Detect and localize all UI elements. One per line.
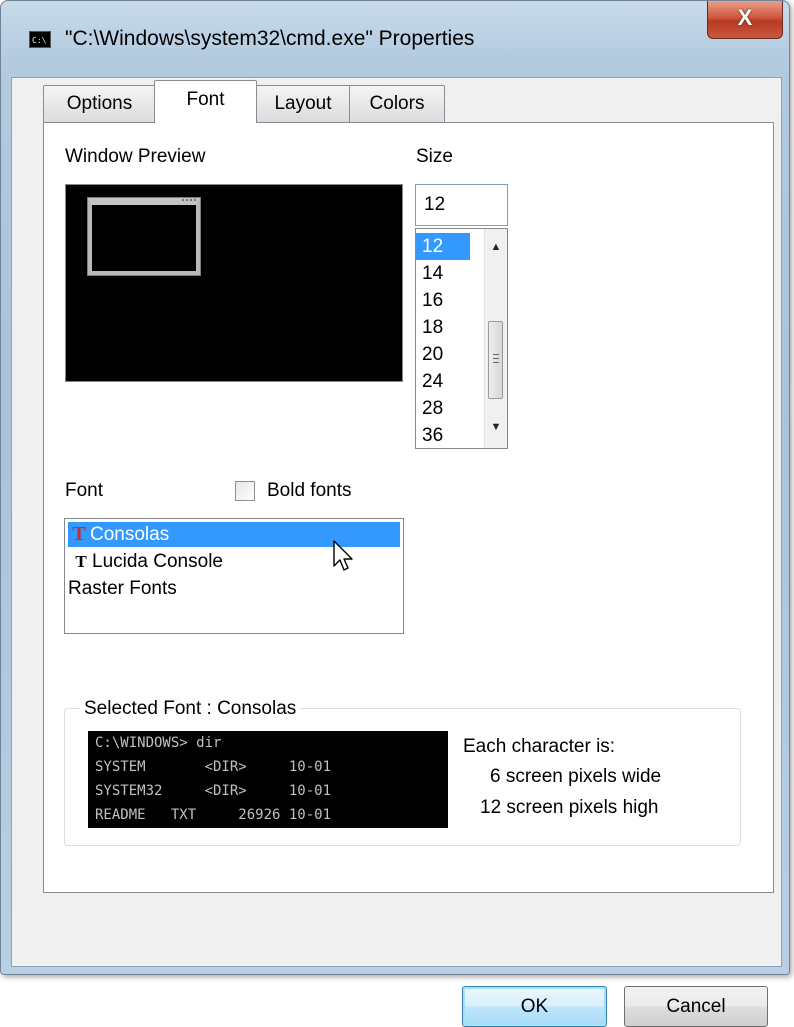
char-width-text: 6 screen pixels wide — [490, 766, 662, 787]
size-option[interactable]: 36 — [416, 422, 470, 448]
truetype-icon: T — [72, 523, 86, 545]
window-preview-label: Window Preview — [65, 146, 206, 167]
size-option[interactable]: 16 — [416, 287, 470, 314]
selected-font-title: Selected Font : Consolas — [80, 698, 301, 720]
size-label: Size — [416, 146, 453, 167]
font-item-label: Lucida Console — [92, 551, 223, 572]
bold-fonts-label[interactable]: Bold fonts — [267, 480, 352, 502]
char-height-text: 12 screen pixels high — [480, 797, 659, 818]
font-label: Font — [65, 480, 104, 501]
truetype-icon: T — [75, 552, 87, 571]
window-title: "C:\Windows\system32\cmd.exe" Properties — [65, 27, 475, 50]
scroll-down-icon[interactable]: ▼ — [485, 417, 507, 437]
tab-colors[interactable]: Colors — [349, 85, 445, 122]
scroll-up-icon[interactable]: ▲ — [485, 237, 507, 257]
font-item-lucida-console[interactable]: T Lucida Console — [70, 549, 223, 574]
font-item-label: Consolas — [90, 524, 170, 545]
size-option[interactable]: 14 — [416, 260, 470, 287]
size-option[interactable]: 12 — [416, 233, 470, 260]
scroll-thumb[interactable] — [488, 321, 503, 399]
size-list[interactable]: 12 14 16 18 20 24 28 36 ▲ ▼ — [415, 228, 508, 449]
tab-layout[interactable]: Layout — [255, 85, 351, 122]
ok-button[interactable]: OK — [462, 986, 607, 1027]
close-button[interactable]: X — [707, 1, 783, 39]
size-option[interactable]: 28 — [416, 395, 470, 422]
size-option[interactable]: 20 — [416, 341, 470, 368]
cmd-icon: C:\ — [29, 31, 51, 48]
title-bar[interactable]: C:\ "C:\Windows\system32\cmd.exe" Proper… — [1, 1, 789, 77]
bold-fonts-checkbox[interactable] — [235, 481, 255, 501]
font-item-label: Raster Fonts — [68, 578, 177, 599]
size-scrollbar[interactable]: ▲ ▼ — [484, 229, 507, 448]
preview-mini-window — [87, 197, 201, 276]
console-line: SYSTEM32 <DIR> 10-01 — [95, 783, 332, 799]
size-input[interactable]: 12 — [415, 184, 508, 226]
char-info-heading: Each character is: — [463, 736, 616, 757]
console-line: SYSTEM <DIR> 10-01 — [95, 759, 332, 775]
console-line: README TXT 26926 10-01 — [95, 807, 332, 823]
font-list[interactable]: T Consolas T Lucida Console Raster Fonts — [64, 518, 404, 634]
close-icon: X — [737, 5, 753, 30]
console-line: C:\WINDOWS> dir — [95, 735, 222, 751]
size-option[interactable]: 24 — [416, 368, 470, 395]
size-option[interactable]: 18 — [416, 314, 470, 341]
font-sample-console: C:\WINDOWS> dir SYSTEM <DIR> 10-01 SYSTE… — [88, 731, 448, 828]
mini-window-buttons — [182, 199, 196, 204]
mouse-cursor-icon — [333, 540, 353, 571]
tab-options[interactable]: Options — [43, 85, 156, 122]
cancel-button[interactable]: Cancel — [624, 986, 768, 1027]
font-item-raster-fonts[interactable]: Raster Fonts — [68, 576, 177, 601]
tab-font[interactable]: Font — [154, 80, 257, 123]
